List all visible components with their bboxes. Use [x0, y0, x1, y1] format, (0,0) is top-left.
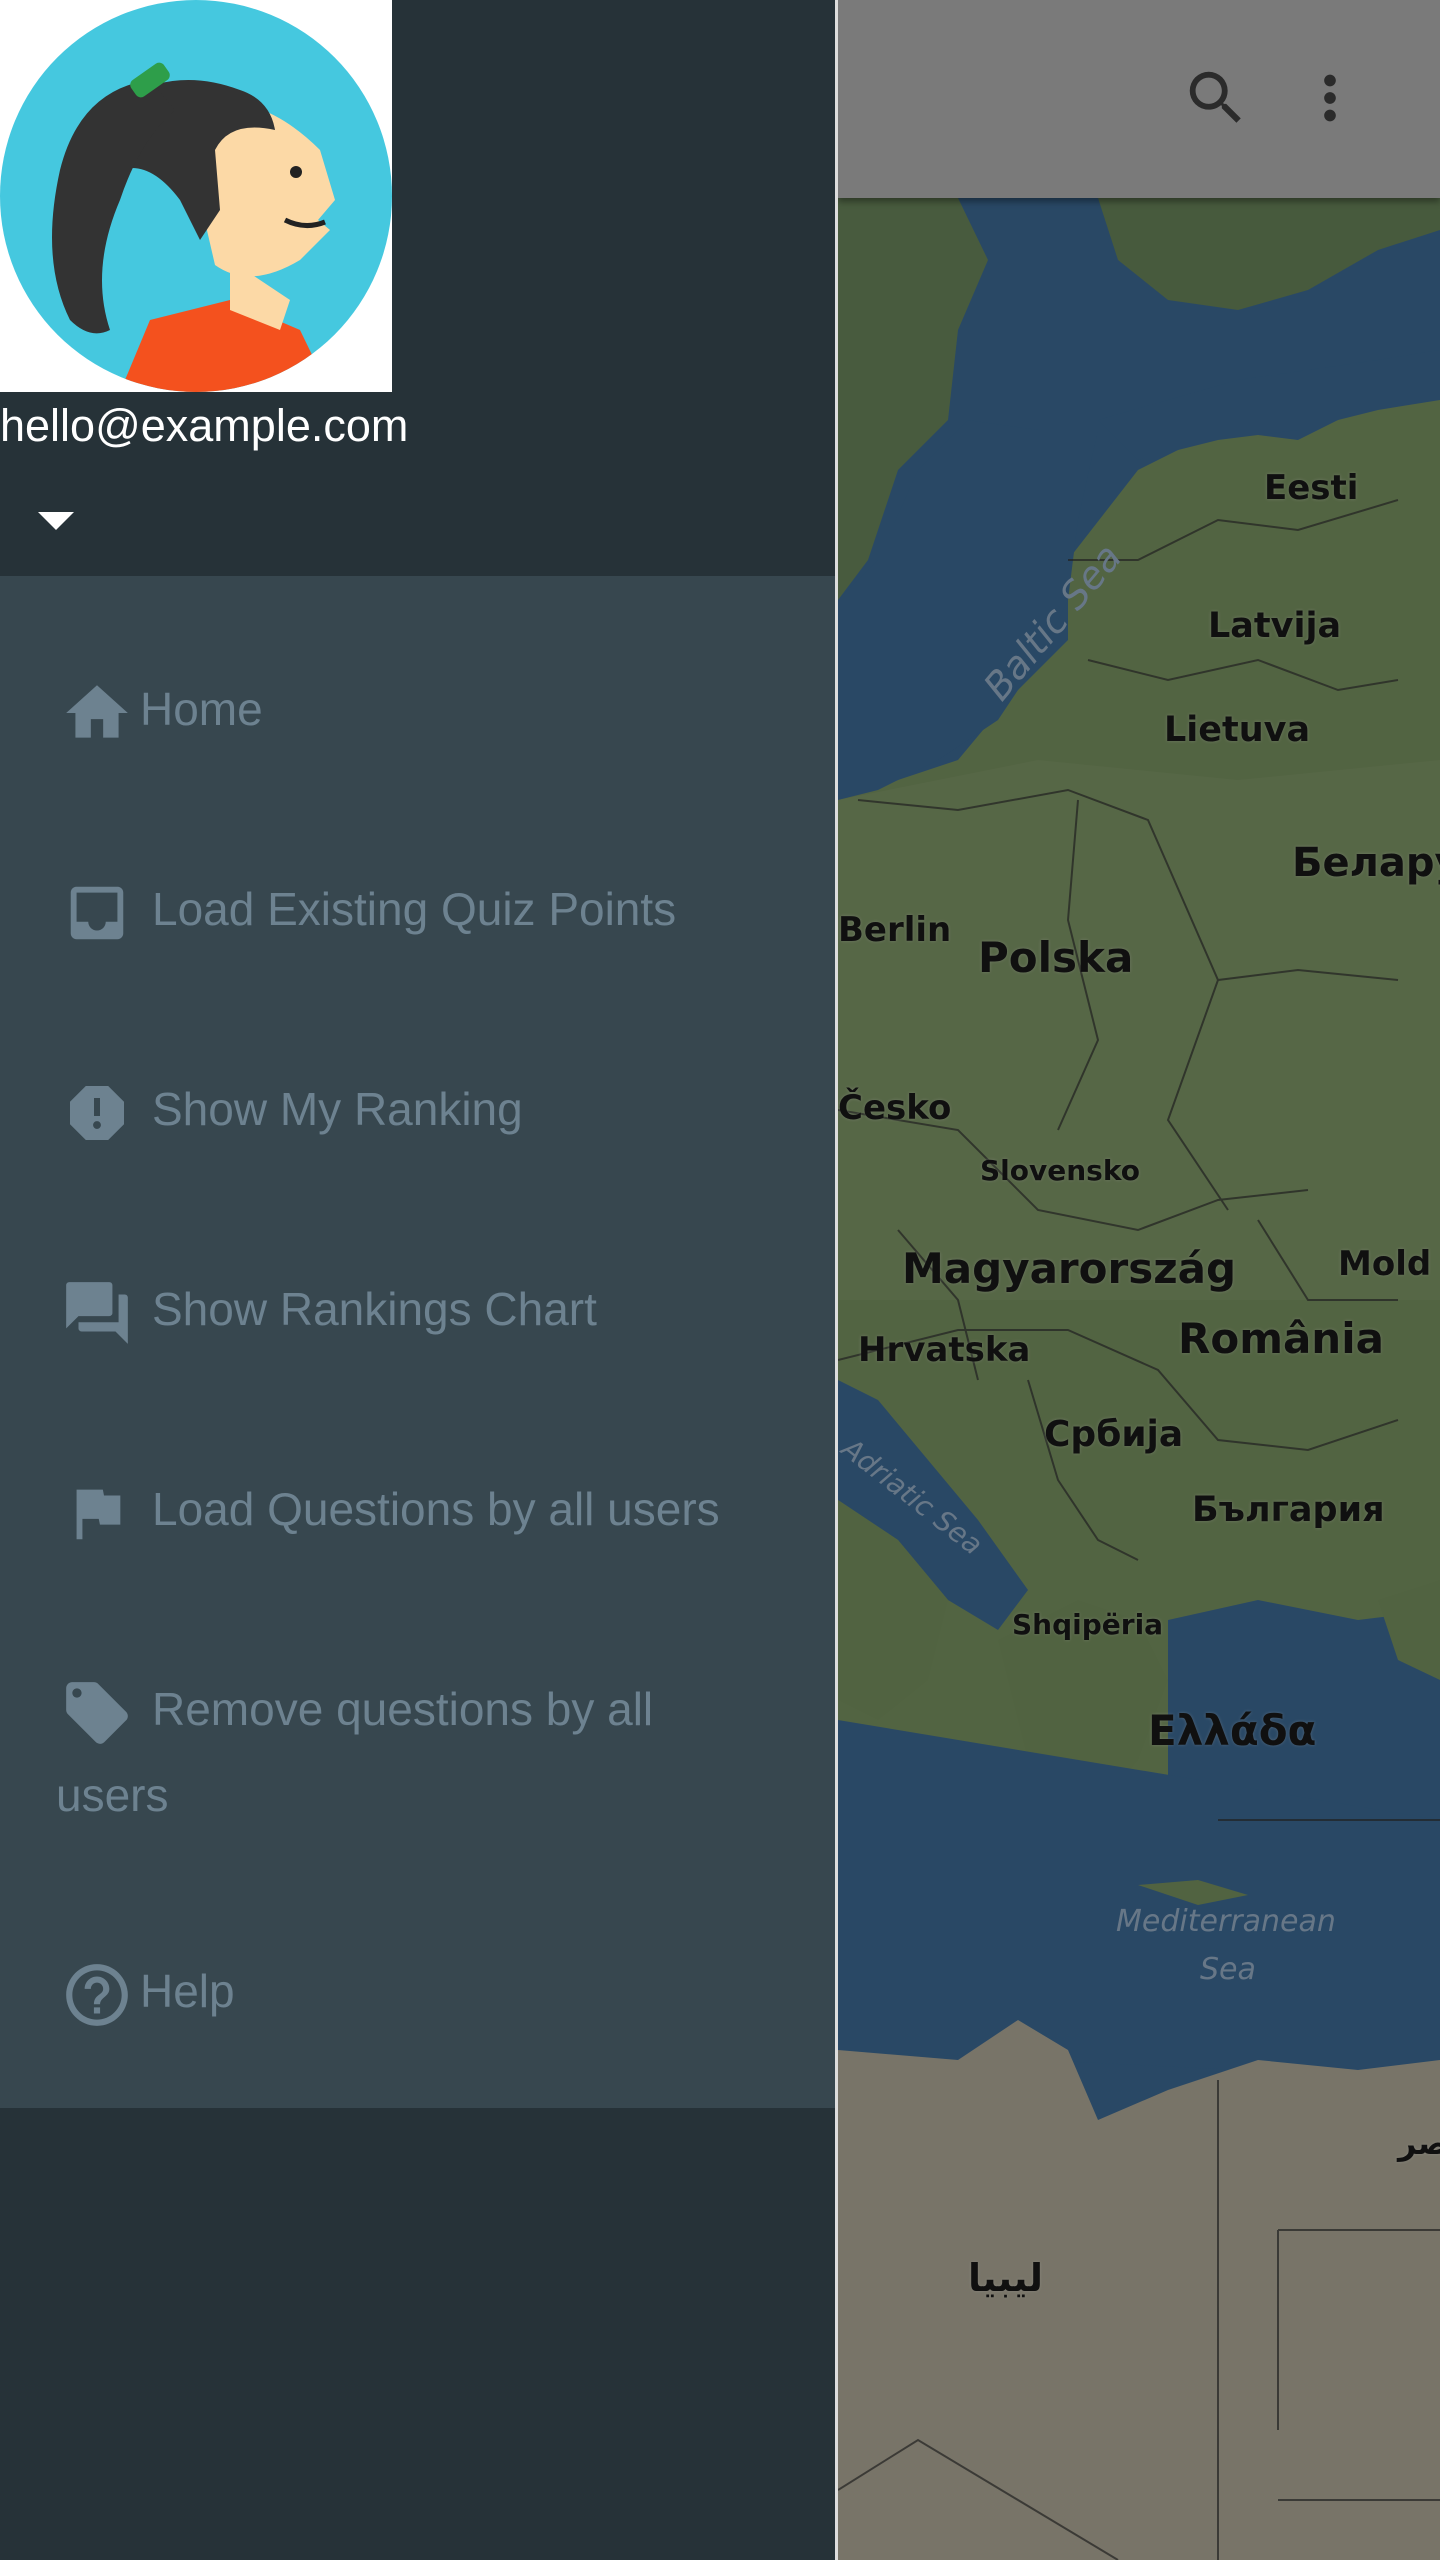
- menu-item-load-questions[interactable]: Load Questions by all users: [0, 1476, 835, 1606]
- menu-label-remove-questions-line1: Remove questions by all: [152, 1683, 654, 1735]
- inbox-icon: [60, 876, 134, 950]
- flag-icon: [60, 1476, 134, 1550]
- search-icon[interactable]: [1168, 50, 1264, 146]
- drawer-header: hello@example.com: [0, 0, 835, 576]
- drawer-menu: Home Load Existing Quiz Points Show My R…: [0, 576, 835, 2108]
- forum-icon: [60, 1276, 134, 1350]
- navigation-drawer: hello@example.com Home Load Existing Qui…: [0, 0, 838, 2560]
- help-icon: [60, 1958, 134, 2032]
- map-label-cesko: Česko: [838, 1088, 952, 1128]
- menu-label-show-my-ranking: Show My Ranking: [152, 1083, 523, 1135]
- map-label-berlin: Berlin: [838, 910, 952, 950]
- map-label-libya: ليبيا: [968, 2256, 1044, 2300]
- account-email: hello@example.com: [0, 400, 409, 451]
- map-label-hrvatska: Hrvatska: [858, 1330, 1031, 1370]
- menu-label-home: Home: [140, 683, 263, 735]
- home-icon: [60, 676, 134, 750]
- menu-label-help: Help: [140, 1965, 235, 2017]
- avatar[interactable]: [0, 0, 392, 392]
- map-label-latvija: Latvija: [1208, 606, 1342, 646]
- app-bar: [838, 0, 1440, 198]
- menu-label-remove-questions-line2: users: [56, 1769, 169, 1821]
- menu-item-remove-questions[interactable]: Remove questions by all users: [0, 1676, 835, 1856]
- menu-label-load-quiz-points: Load Existing Quiz Points: [152, 883, 677, 935]
- map-label-shqiperia: Shqipëria: [1012, 1608, 1164, 1641]
- map-label-moldova: Mold: [1338, 1244, 1432, 1284]
- menu-item-help[interactable]: Help: [0, 1958, 835, 2088]
- map-label-bulgaria: България: [1192, 1490, 1385, 1530]
- map-label-belarus: Белару: [1292, 840, 1440, 886]
- map-label-egypt: مصر: [1398, 2124, 1440, 2162]
- map-label-ellada: Ελλάδα: [1148, 1706, 1317, 1755]
- map-label-mediterranean: Mediterranean: [1116, 1904, 1336, 1939]
- map-label-romania: România: [1178, 1314, 1384, 1363]
- menu-item-show-my-ranking[interactable]: Show My Ranking: [0, 1076, 835, 1206]
- map-label-mediterranean-sea: Sea: [1200, 1952, 1256, 1987]
- menu-label-show-rankings-chart: Show Rankings Chart: [152, 1283, 597, 1335]
- report-icon: [60, 1076, 134, 1150]
- arrow-drop-down-icon[interactable]: [30, 500, 82, 544]
- menu-item-load-quiz-points[interactable]: Load Existing Quiz Points: [0, 876, 835, 1006]
- menu-item-show-rankings-chart[interactable]: Show Rankings Chart: [0, 1276, 835, 1406]
- map-label-lietuva: Lietuva: [1164, 710, 1311, 750]
- more-vert-icon[interactable]: [1282, 50, 1378, 146]
- menu-label-load-questions: Load Questions by all users: [152, 1483, 720, 1535]
- map-label-srbija: Србија: [1044, 1414, 1184, 1455]
- map-label-eesti: Eesti: [1264, 468, 1359, 508]
- menu-item-home[interactable]: Home: [0, 676, 835, 806]
- map-label-magyarorszag: Magyarország: [902, 1244, 1237, 1293]
- map-view[interactable]: Eesti Latvija Lietuva Белару Berlin Pols…: [838, 0, 1440, 2560]
- label-icon: [60, 1676, 134, 1750]
- map-label-polska: Polska: [978, 933, 1134, 982]
- map-label-slovensko: Slovensko: [980, 1154, 1140, 1187]
